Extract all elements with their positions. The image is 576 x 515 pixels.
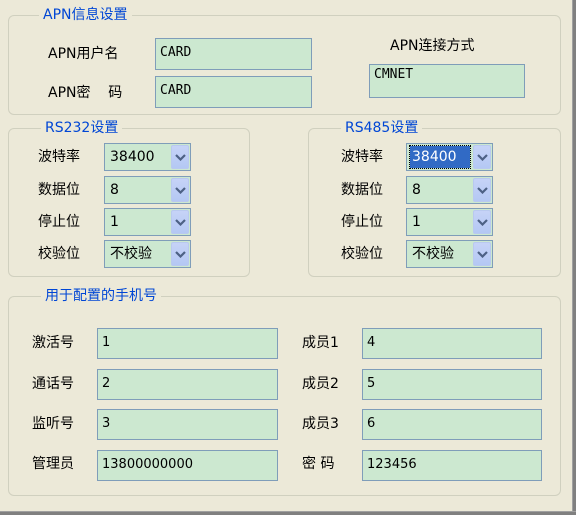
rs232-stopbits-value: 1 (110, 214, 119, 230)
rs485-stopbits-dropdown-button[interactable] (473, 210, 491, 234)
apn-group-title: APN信息设置 (39, 6, 132, 24)
chevron-down-icon (175, 219, 186, 226)
rs485-baud-select[interactable]: 38400 (406, 143, 493, 171)
chevron-down-icon (477, 154, 488, 161)
apn-connect-input[interactable]: CMNET (369, 64, 525, 98)
rs232-baud-dropdown-button[interactable] (171, 145, 189, 169)
member2-input[interactable]: 5 (362, 369, 542, 400)
call-input[interactable]: 2 (97, 369, 278, 400)
chevron-down-icon (175, 187, 186, 194)
phone-password-label: 密 码 (302, 456, 335, 472)
chevron-down-icon (175, 251, 186, 258)
monitor-input[interactable]: 3 (97, 409, 278, 440)
rs485-databits-select[interactable]: 8 (406, 176, 493, 204)
window-frame-bottom (0, 511, 576, 515)
rs485-baud-dropdown-button[interactable] (473, 145, 491, 169)
rs485-stopbits-label: 停止位 (341, 214, 383, 230)
apn-connect-label: APN连接方式 (390, 38, 475, 54)
rs232-parity-dropdown-button[interactable] (171, 242, 189, 266)
apn-password-label: APN密 码 (48, 85, 123, 101)
window-frame-right (572, 0, 576, 515)
rs485-databits-dropdown-button[interactable] (473, 178, 491, 202)
rs232-databits-value: 8 (110, 182, 119, 198)
chevron-down-icon (477, 251, 488, 258)
rs485-baud-label: 波特率 (341, 149, 383, 165)
phone-password-input[interactable]: 123456 (362, 450, 542, 481)
rs232-baud-label: 波特率 (38, 149, 80, 165)
admin-label: 管理员 (32, 456, 74, 472)
member2-label: 成员2 (302, 376, 339, 392)
apn-username-input[interactable]: CARD (155, 38, 312, 70)
chevron-down-icon (175, 154, 186, 161)
member1-label: 成员1 (302, 335, 339, 351)
call-label: 通话号 (32, 376, 74, 392)
admin-input[interactable]: 13800000000 (97, 450, 278, 481)
rs232-stopbits-label: 停止位 (38, 214, 80, 230)
activation-label: 激活号 (32, 335, 74, 351)
rs232-stopbits-select[interactable]: 1 (104, 208, 191, 236)
rs232-parity-label: 校验位 (38, 246, 80, 262)
rs232-databits-select[interactable]: 8 (104, 176, 191, 204)
apn-password-input[interactable]: CARD (155, 76, 312, 108)
rs232-baud-select[interactable]: 38400 (104, 143, 191, 171)
rs485-group-title: RS485设置 (341, 119, 423, 137)
member3-label: 成员3 (302, 416, 339, 432)
rs485-databits-value: 8 (412, 182, 421, 198)
apn-username-label: APN用户名 (48, 46, 119, 62)
rs485-parity-value: 不校验 (412, 246, 454, 262)
chevron-down-icon (477, 187, 488, 194)
rs485-baud-value: 38400 (409, 145, 471, 169)
chevron-down-icon (477, 219, 488, 226)
monitor-label: 监听号 (32, 416, 74, 432)
rs485-databits-label: 数据位 (341, 182, 383, 198)
rs485-stopbits-value: 1 (412, 214, 421, 230)
member3-input[interactable]: 6 (362, 409, 542, 440)
phones-group-title: 用于配置的手机号 (41, 287, 161, 305)
rs485-parity-label: 校验位 (341, 246, 383, 262)
rs232-parity-value: 不校验 (110, 246, 152, 262)
rs232-group-title: RS232设置 (41, 119, 123, 137)
member1-input[interactable]: 4 (362, 328, 542, 359)
rs232-stopbits-dropdown-button[interactable] (171, 210, 189, 234)
rs232-parity-select[interactable]: 不校验 (104, 240, 191, 268)
activation-input[interactable]: 1 (97, 328, 278, 359)
rs485-stopbits-select[interactable]: 1 (406, 208, 493, 236)
rs485-parity-dropdown-button[interactable] (473, 242, 491, 266)
rs485-parity-select[interactable]: 不校验 (406, 240, 493, 268)
rs232-databits-dropdown-button[interactable] (171, 178, 189, 202)
rs232-baud-value: 38400 (110, 149, 155, 165)
rs232-databits-label: 数据位 (38, 182, 80, 198)
